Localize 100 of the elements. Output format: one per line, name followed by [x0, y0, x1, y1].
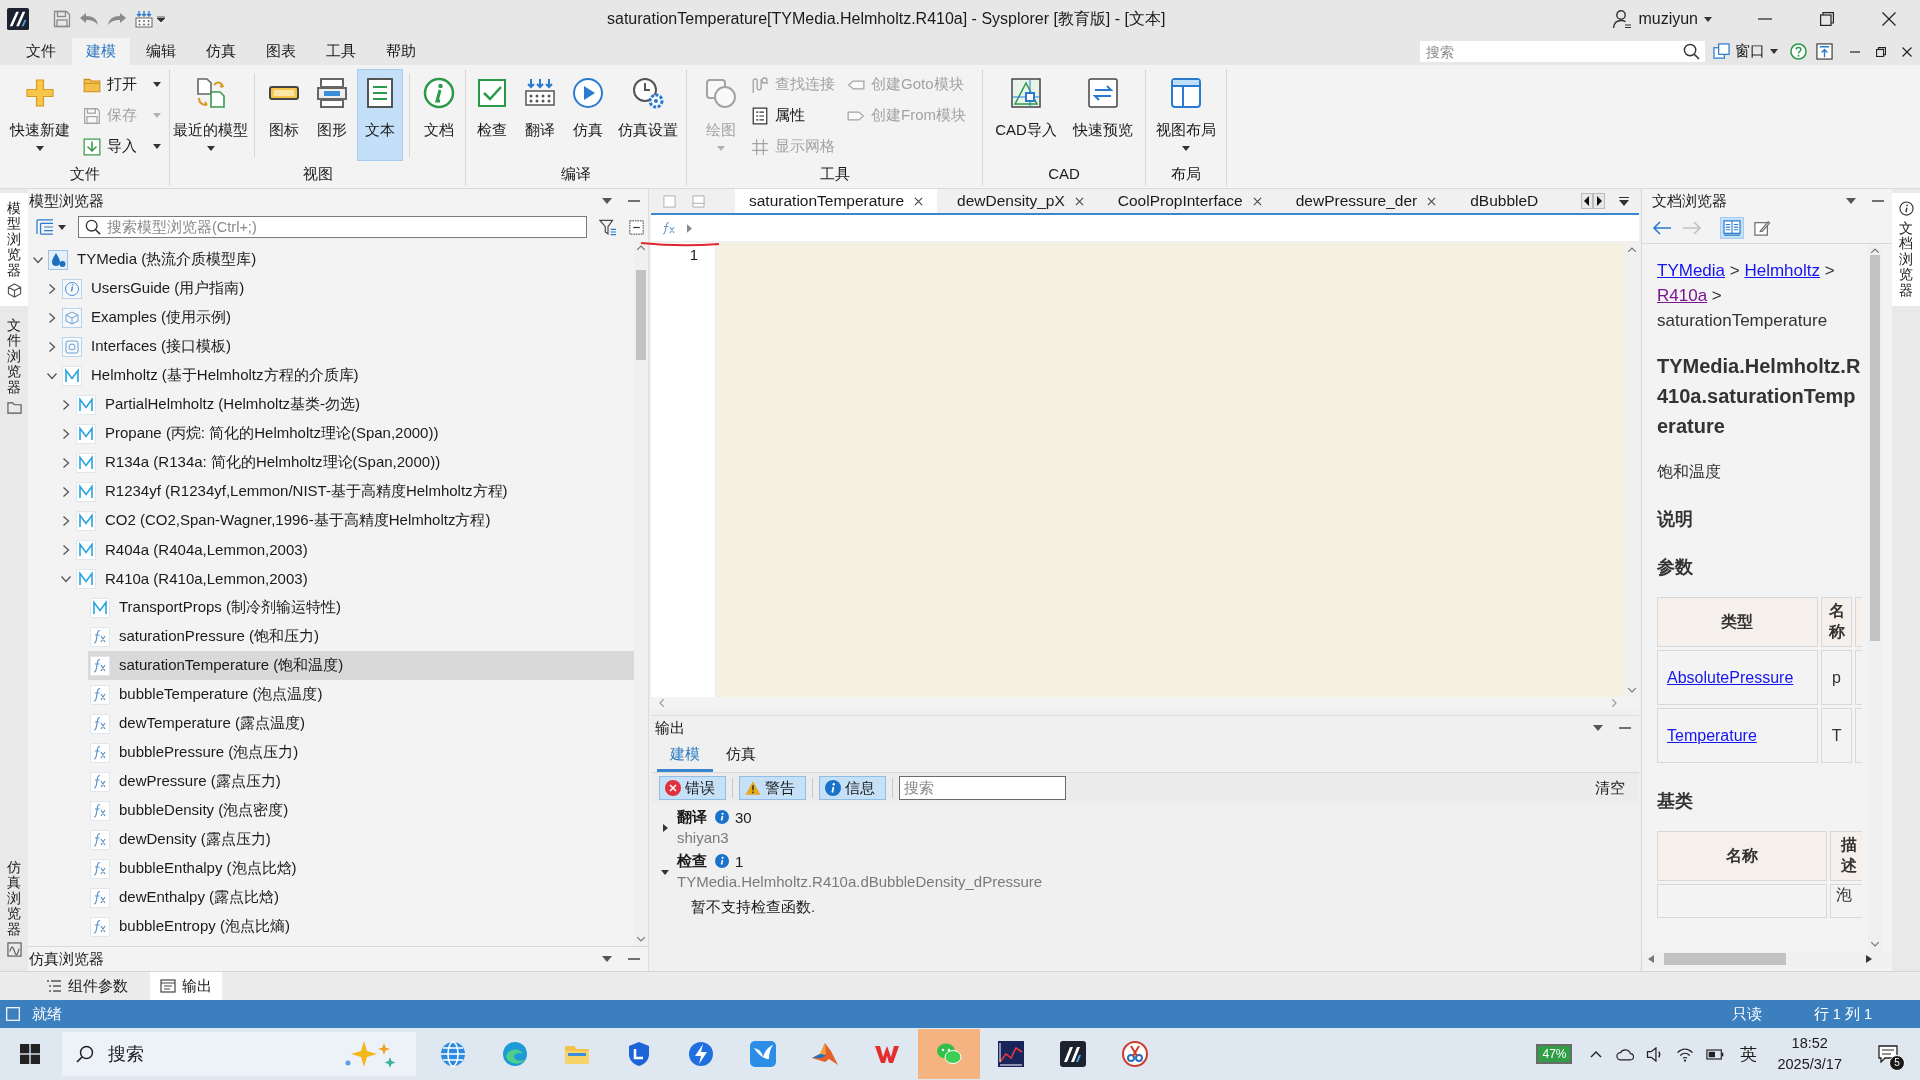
- chevron-up-icon[interactable]: [1590, 1050, 1603, 1058]
- ribbon-button[interactable]: 图形: [309, 69, 356, 161]
- chevron-down-icon[interactable]: [33, 254, 43, 265]
- collapse-all-icon[interactable]: [629, 219, 644, 235]
- ribbon-button[interactable]: 图标: [261, 69, 308, 161]
- tree-item[interactable]: UsersGuide (用户指南): [60, 274, 255, 303]
- tree-item[interactable]: bubbleEnthalpy (泡点比焓): [88, 854, 307, 883]
- clock-time[interactable]: 18:52: [1791, 1033, 1828, 1054]
- restore-icon[interactable]: [1820, 12, 1834, 26]
- editor-tab[interactable]: dewPressure_der: [1281, 189, 1451, 213]
- scrollbar-thumb[interactable]: [636, 270, 646, 360]
- tree-item[interactable]: dewPressure (露点压力): [88, 767, 291, 796]
- tree-item[interactable]: bubbleEntropy (泡点比熵): [88, 912, 300, 941]
- chevron-right-icon[interactable]: [61, 486, 71, 497]
- scroll-down-icon[interactable]: [637, 937, 645, 942]
- tree-item[interactable]: R410a (R410a,Lemmon,2003): [74, 564, 318, 593]
- tree-item[interactable]: dewEnthalpy (露点比焓): [88, 883, 290, 912]
- type-link[interactable]: AbsolutePressure: [1667, 668, 1794, 686]
- side-tab[interactable]: 文件浏览器: [0, 309, 28, 423]
- editor-tab[interactable]: saturationTemperature: [735, 189, 938, 213]
- chevron-right-icon[interactable]: [61, 428, 71, 439]
- scrollbar-thumb[interactable]: [1870, 255, 1880, 641]
- clock-date[interactable]: 2025/3/17: [1777, 1054, 1842, 1075]
- chevron-right-icon[interactable]: [61, 399, 71, 410]
- tree-item[interactable]: R134a (R134a: 简化的Helmholtz理论(Span,2000)): [74, 448, 451, 477]
- tree-item[interactable]: dewTemperature (露点温度): [88, 709, 315, 738]
- filter-button[interactable]: 信息: [819, 776, 886, 800]
- tree-item[interactable]: saturationTemperature (饱和温度): [88, 651, 634, 680]
- tree-item[interactable]: R1234yf (R1234yf,Lemmon/NIST-基于高精度Helmholtz方程): [74, 477, 518, 506]
- chevron-right-icon[interactable]: [61, 457, 71, 468]
- ribbon-button[interactable]: 文本: [357, 69, 404, 161]
- close-icon[interactable]: [1252, 196, 1262, 206]
- chevron-right-icon[interactable]: [47, 312, 57, 323]
- breadcrumb-link[interactable]: TYMedia: [1657, 261, 1726, 280]
- side-tab[interactable]: 仿真浏览器: [0, 852, 28, 965]
- tree-item[interactable]: bubbleDensity (泡点密度): [88, 796, 299, 825]
- tree-item[interactable]: Helmholtz (基于Helmholtz方程的介质库): [60, 361, 369, 390]
- filter-icon[interactable]: [599, 218, 617, 236]
- dropdown-icon[interactable]: [602, 956, 612, 962]
- tree-item[interactable]: TransportProps (制冷剂输运特性): [88, 593, 351, 622]
- tree-item[interactable]: PartialHelmholtz (Helmholtz基类-勿选): [74, 390, 371, 419]
- side-tab[interactable]: 文档浏览器: [1892, 193, 1920, 306]
- menu-tab[interactable]: 建模: [72, 38, 130, 65]
- ribbon-button[interactable]: 快速预览: [1065, 69, 1140, 161]
- ribbon-button[interactable]: CAD导入: [988, 69, 1064, 161]
- search-field[interactable]: 搜索模型浏览器(Ctrl+;): [78, 216, 587, 238]
- scroll-down-icon[interactable]: [1871, 942, 1879, 947]
- vertical-scrollbar[interactable]: [1625, 243, 1639, 697]
- chevron-down-icon[interactable]: [47, 370, 57, 381]
- menu-tab[interactable]: 文件: [12, 38, 70, 65]
- scroll-right-icon[interactable]: [1866, 955, 1872, 963]
- close-icon[interactable]: [1074, 196, 1084, 206]
- tree-item[interactable]: dewDensity (露点压力): [88, 825, 281, 854]
- caret-icon[interactable]: [35, 146, 44, 151]
- overflow-menu-icon[interactable]: [1619, 196, 1629, 206]
- caret-icon[interactable]: [206, 146, 215, 151]
- chevron-right-icon[interactable]: [61, 515, 71, 526]
- input-method-indicator[interactable]: 英: [1740, 1042, 1758, 1066]
- ribbon-button[interactable]: 最近的模型: [173, 69, 249, 161]
- editor-tab[interactable]: dBubbleD: [1456, 189, 1553, 213]
- redo-icon[interactable]: [107, 12, 127, 26]
- ribbon-button[interactable]: 检查: [469, 69, 515, 161]
- caret-icon[interactable]: [153, 82, 161, 87]
- side-tab[interactable]: 模型浏览器: [0, 193, 28, 306]
- editor-tab[interactable]: CoolPropInterface: [1103, 189, 1276, 213]
- output-tab[interactable]: 仿真: [713, 740, 769, 772]
- ribbon-button[interactable]: 快速新建: [3, 69, 76, 161]
- bottom-tab[interactable]: 组件参数: [36, 972, 138, 1000]
- window-menu-button[interactable]: 窗口: [1713, 38, 1778, 65]
- close-icon[interactable]: [914, 196, 924, 206]
- chevron-right-icon[interactable]: [47, 341, 57, 352]
- chevron-right-icon[interactable]: [47, 283, 57, 294]
- clear-button[interactable]: 清空: [1595, 778, 1625, 798]
- search-icon[interactable]: [1683, 43, 1700, 60]
- toolbar-button[interactable]: [1720, 217, 1744, 239]
- start-icon[interactable]: [20, 1044, 40, 1064]
- menu-tab[interactable]: 图表: [252, 38, 310, 65]
- scroll-up-icon[interactable]: [1628, 247, 1636, 252]
- close-icon[interactable]: [1427, 196, 1437, 206]
- filter-button[interactable]: 错误: [659, 776, 726, 800]
- ribbon-button[interactable]: 导入: [78, 131, 166, 162]
- user-menu[interactable]: muziyun: [1612, 9, 1712, 29]
- tree-item[interactable]: Interfaces (接口模板): [60, 332, 242, 361]
- ribbon-button[interactable]: 仿真: [565, 69, 611, 161]
- caret-icon[interactable]: [157, 16, 165, 22]
- dropdown-icon[interactable]: [602, 198, 612, 204]
- breadcrumb-link[interactable]: R410a: [1657, 286, 1708, 305]
- battery-icon[interactable]: [1706, 1046, 1725, 1062]
- tree-item[interactable]: saturationPressure (饱和压力): [88, 622, 330, 651]
- undo-icon[interactable]: [79, 12, 99, 26]
- ribbon-button[interactable]: 文档: [416, 69, 462, 161]
- menu-tab[interactable]: 仿真: [192, 38, 250, 65]
- tree-item[interactable]: Propane (丙烷: 简化的Helmholtz理论(Span,2000)): [74, 419, 449, 448]
- menu-tab[interactable]: 编辑: [132, 38, 190, 65]
- triangle-right-icon[interactable]: [661, 823, 669, 832]
- search-field[interactable]: 搜索: [1420, 41, 1705, 62]
- breadcrumb-link[interactable]: Helmholtz: [1744, 261, 1820, 280]
- menu-tab[interactable]: 帮助: [372, 38, 430, 65]
- cloud-icon[interactable]: [1616, 1046, 1635, 1062]
- dropdown-icon[interactable]: [1846, 198, 1856, 204]
